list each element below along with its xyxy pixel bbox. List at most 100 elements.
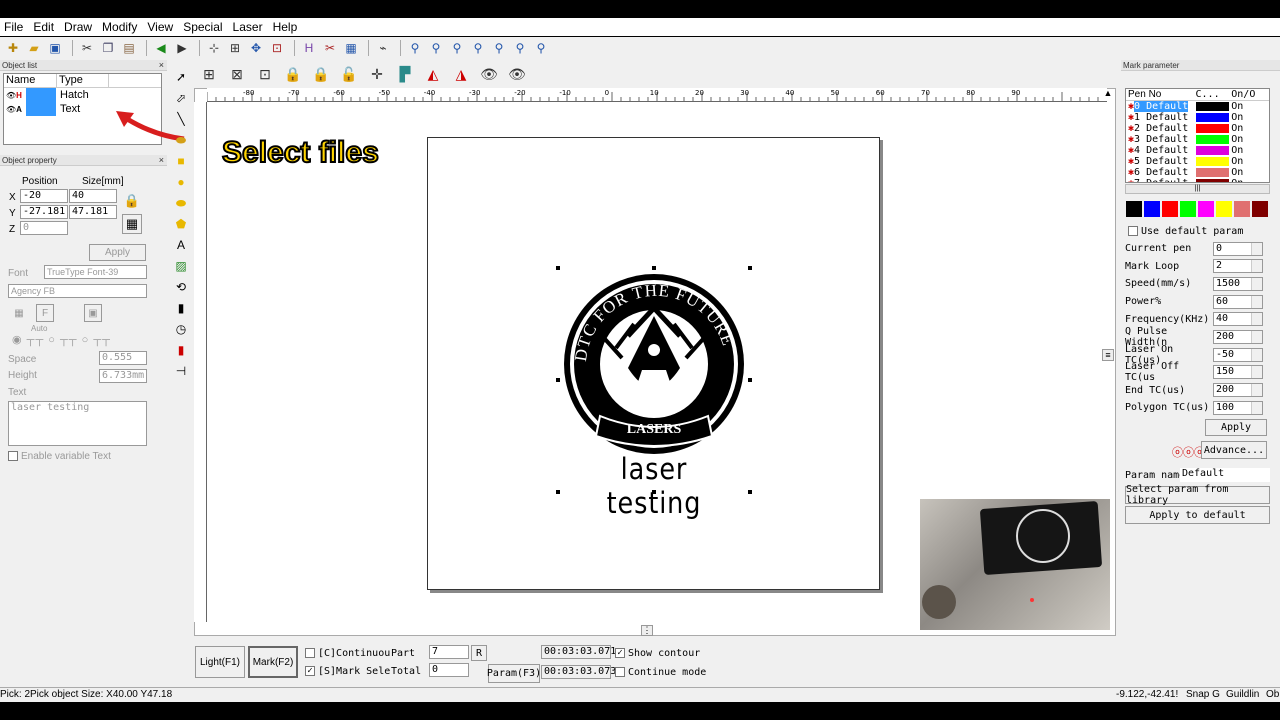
color-swatch[interactable] xyxy=(1198,201,1214,217)
checkbox-icon[interactable] xyxy=(8,451,18,462)
lock-object-icon[interactable]: 🔒 xyxy=(282,63,304,85)
param-value-field[interactable]: 60 xyxy=(1213,294,1263,309)
array-icon[interactable]: ⊠ xyxy=(226,63,248,85)
on-off-header[interactable]: On/O xyxy=(1231,89,1269,100)
snap-grid-toggle[interactable]: Snap G xyxy=(1186,689,1220,700)
col-type-header[interactable]: Type xyxy=(57,74,109,87)
pen-color-swatch[interactable] xyxy=(1195,157,1230,166)
pen-row[interactable]: ✱2 Default On xyxy=(1126,123,1269,134)
barcode-icon[interactable]: ▮ xyxy=(172,299,190,317)
select-arrow-icon[interactable]: ➚ xyxy=(172,68,190,86)
pen-color-swatch[interactable] xyxy=(1195,135,1230,144)
unlock-all-icon[interactable]: 🔓 xyxy=(338,63,360,85)
pen-row[interactable]: ✱7 Default On xyxy=(1126,178,1269,182)
selection-handle[interactable] xyxy=(652,266,656,270)
calc-icon[interactable]: ▦ xyxy=(342,39,360,57)
cut-icon[interactable]: ✂ xyxy=(78,39,96,57)
advance-button[interactable]: Advance... xyxy=(1201,441,1267,459)
param-value-field[interactable]: 200 xyxy=(1213,330,1263,344)
color-swatch[interactable] xyxy=(1234,201,1250,217)
pen-color-swatch[interactable] xyxy=(1195,179,1230,182)
menu-edit[interactable]: Edit xyxy=(29,20,58,34)
pen-row[interactable]: ✱6 Default On xyxy=(1126,167,1269,178)
redo-icon[interactable]: ▶ xyxy=(173,39,191,57)
x-position-field[interactable]: -20 xyxy=(20,189,68,203)
y-position-field[interactable]: -27.181 xyxy=(20,205,68,219)
param-name-field[interactable]: Default xyxy=(1180,468,1270,482)
menu-modify[interactable]: Modify xyxy=(98,20,141,34)
vertical-scroll-thumb[interactable]: ≡ xyxy=(1102,349,1114,361)
checkbox-checked-icon[interactable]: ✓ xyxy=(305,666,315,676)
node-edit-icon[interactable]: ⊞ xyxy=(226,39,244,57)
visibility-eye-icon[interactable]: 👁H xyxy=(4,91,26,100)
total-count-field[interactable]: 0 xyxy=(429,663,469,677)
save-icon[interactable]: ▣ xyxy=(46,39,64,57)
ellipse-icon[interactable]: ⬬ xyxy=(172,194,190,212)
param-button[interactable]: Param(F3) xyxy=(487,664,541,683)
distribute-icon[interactable]: ⊡ xyxy=(254,63,276,85)
font-type-select[interactable]: TrueType Font-39 xyxy=(44,265,147,279)
space-field[interactable]: 0.555 xyxy=(99,351,147,365)
scissor-icon[interactable]: ✂ xyxy=(321,39,339,57)
guideline-toggle[interactable]: Guildlin xyxy=(1226,689,1259,700)
pen-on-state[interactable]: On xyxy=(1231,145,1269,156)
apply-button[interactable]: Apply xyxy=(89,244,146,261)
font-italic-icon[interactable]: F xyxy=(36,304,54,322)
zoom-select-icon[interactable]: ⚲ xyxy=(511,39,529,57)
selection-handle[interactable] xyxy=(556,266,560,270)
scroll-up-icon[interactable]: ▲ xyxy=(1103,88,1113,102)
align-grid-icon[interactable]: ⊞ xyxy=(198,63,220,85)
checkbox-checked-icon[interactable]: ✓ xyxy=(615,648,625,658)
col-name-header[interactable]: Name xyxy=(4,74,57,87)
path-icon[interactable]: ⌁ xyxy=(374,39,392,57)
param-value-field[interactable]: 100 xyxy=(1213,400,1263,415)
param-value-field[interactable]: 1500 xyxy=(1213,276,1263,291)
hatch-icon[interactable]: H xyxy=(300,39,318,57)
bitmap-icon[interactable]: ▨ xyxy=(172,257,190,275)
curve-icon[interactable]: ⬬ xyxy=(172,131,190,149)
line-icon[interactable]: ╲ xyxy=(172,110,190,128)
use-default-param-checkbox[interactable]: Use default param xyxy=(1128,226,1243,237)
text-align-radios-icon[interactable]: ◉ ┬┬ ○ ┬┬ ○ ┬┬ xyxy=(12,333,111,346)
param-value-field[interactable]: -50 xyxy=(1213,347,1263,362)
laser-testing-text[interactable]: laser testing xyxy=(584,452,725,520)
z-position-field[interactable]: 0 xyxy=(20,221,68,235)
checkbox-icon[interactable] xyxy=(1128,226,1138,236)
selection-handle[interactable] xyxy=(748,490,752,494)
y-size-field[interactable]: 47.181 xyxy=(69,205,117,219)
selection-handle[interactable] xyxy=(748,266,752,270)
enable-variable-text-checkbox[interactable]: Enable variable Text xyxy=(8,451,111,462)
param-value-field[interactable]: 0 xyxy=(1213,241,1263,256)
pen-on-state[interactable]: On xyxy=(1231,156,1269,167)
menu-special[interactable]: Special xyxy=(179,20,226,34)
pen-color-swatch[interactable] xyxy=(1195,168,1230,177)
pen-row[interactable]: ✱0 Default On xyxy=(1126,101,1269,112)
lock-icon[interactable]: 🔒 xyxy=(122,191,142,211)
open-folder-icon[interactable]: ▰ xyxy=(25,39,43,57)
polygon-icon[interactable]: ⬟ xyxy=(172,215,190,233)
param-value-field[interactable]: 2 xyxy=(1213,259,1263,274)
rectangle-icon[interactable]: ■ xyxy=(172,152,190,170)
timer-icon[interactable]: ◷ xyxy=(172,320,190,338)
copy-icon[interactable]: ❐ xyxy=(99,39,117,57)
pen-color-swatch[interactable] xyxy=(1195,124,1230,133)
pen-on-state[interactable]: On xyxy=(1231,112,1269,123)
preview-eye-icon[interactable]: 👁 xyxy=(506,63,528,85)
zoom-icon[interactable]: ⚲ xyxy=(406,39,424,57)
show-eye-icon[interactable]: 👁 xyxy=(478,63,500,85)
rotate-icon[interactable]: ✥ xyxy=(247,39,265,57)
menu-laser[interactable]: Laser xyxy=(229,20,267,34)
param-value-field[interactable]: 200 xyxy=(1213,383,1263,398)
node-edit-arrow-icon[interactable]: ⬀ xyxy=(172,89,190,107)
circle-icon[interactable]: ● xyxy=(172,173,190,191)
close-icon[interactable]: × xyxy=(159,155,164,166)
pen-table-scrollbar[interactable]: ||| xyxy=(1125,184,1270,194)
param-apply-button[interactable]: Apply xyxy=(1205,419,1267,436)
paste-icon[interactable]: ▤ xyxy=(120,39,138,57)
pen-row[interactable]: ✱5 Default On xyxy=(1126,156,1269,167)
pen-row[interactable]: ✱1 Default On xyxy=(1126,112,1269,123)
checkbox-icon[interactable] xyxy=(615,667,625,677)
color-swatch[interactable] xyxy=(1126,201,1142,217)
menu-draw[interactable]: Draw xyxy=(60,20,96,34)
text-tool-icon[interactable]: A xyxy=(172,236,190,254)
